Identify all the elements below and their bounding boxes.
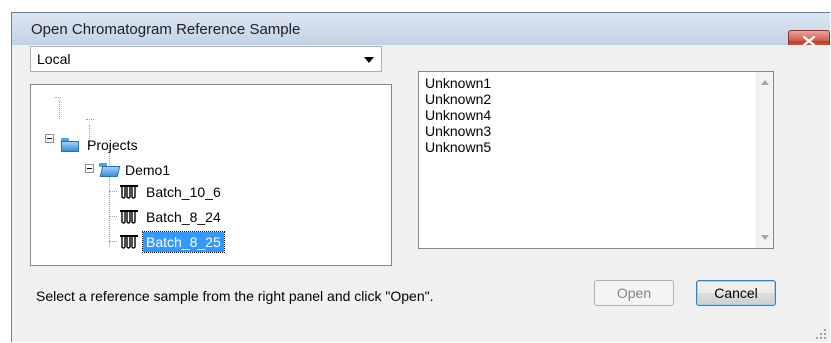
tree-node-label: Batch_8_24 — [146, 209, 221, 225]
cancel-button[interactable]: Cancel — [696, 280, 776, 306]
tree-node-label: Demo1 — [125, 162, 171, 178]
resize-grip-icon[interactable] — [815, 328, 827, 340]
source-dropdown[interactable]: Local — [30, 46, 382, 72]
sample-tubes-icon — [120, 235, 138, 249]
tree-connector — [109, 241, 117, 242]
tree-node-label: Batch_10_6 — [146, 184, 221, 200]
tree-connector — [55, 97, 61, 98]
list-item[interactable]: Unknown3 — [419, 123, 491, 139]
instruction-text: Select a reference sample from the right… — [36, 288, 434, 304]
tree-node-batch[interactable]: Batch_8_24 — [119, 207, 224, 227]
scroll-up-icon[interactable] — [761, 80, 769, 85]
tree-connector — [59, 101, 60, 119]
tree-node-batch[interactable]: Batch_10_6 — [119, 182, 224, 202]
collapse-projects-toggle[interactable] — [45, 134, 54, 143]
open-folder-icon — [99, 163, 121, 177]
dialog-title: Open Chromatogram Reference Sample — [31, 21, 301, 38]
sample-list[interactable]: Unknown1 Unknown2 Unknown4 Unknown3 Unkn… — [418, 71, 774, 249]
tree-node-label: Projects — [87, 137, 138, 153]
title-bar[interactable]: Open Chromatogram Reference Sample — [12, 13, 830, 45]
tree-node-demo1[interactable]: Demo1 — [99, 160, 173, 180]
list-item[interactable]: Unknown4 — [419, 107, 491, 123]
scroll-down-icon[interactable] — [761, 235, 769, 240]
collapse-demo1-toggle[interactable] — [85, 164, 94, 173]
tree-node-projects[interactable]: Projects — [61, 135, 141, 155]
sample-tubes-icon — [120, 185, 138, 199]
chevron-down-icon[interactable] — [364, 57, 374, 63]
vertical-scrollbar[interactable] — [756, 72, 773, 248]
tree-connector — [86, 119, 94, 120]
tree-connector — [109, 191, 117, 192]
list-item[interactable]: Unknown1 — [419, 75, 491, 91]
project-tree[interactable]: Projects Demo1 Batch_10_6 Batch_8_24 Bat… — [30, 84, 392, 266]
tree-node-label: Batch_8_25 — [142, 231, 225, 253]
list-item[interactable]: Unknown5 — [419, 139, 491, 155]
tree-connector — [109, 216, 117, 217]
source-dropdown-value: Local — [37, 51, 71, 67]
folder-icon — [61, 138, 79, 152]
sample-tubes-icon — [120, 210, 138, 224]
open-button[interactable]: Open — [594, 280, 674, 306]
list-item[interactable]: Unknown2 — [419, 91, 491, 107]
tree-node-batch-selected[interactable]: Batch_8_25 — [119, 231, 225, 253]
